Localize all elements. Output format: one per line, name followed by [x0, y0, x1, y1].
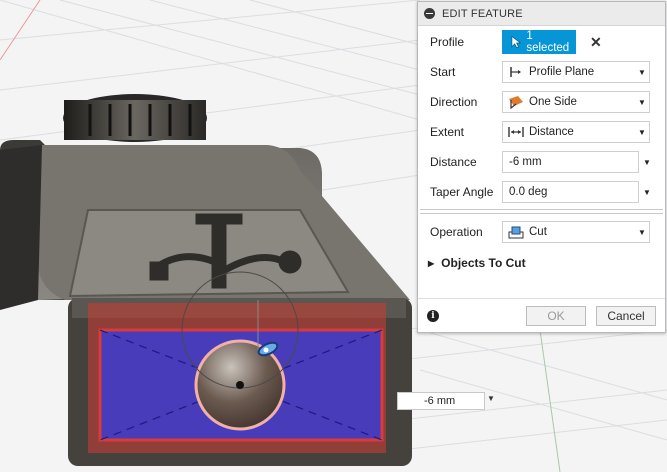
- dialog-header: EDIT FEATURE: [418, 2, 665, 26]
- distance-row: Distance -6 mm ▼: [418, 149, 665, 175]
- profile-row: Profile 1 selected ✕: [418, 29, 665, 55]
- profile-value: 1 selected: [526, 30, 570, 54]
- extent-dropdown[interactable]: Distance ▼: [502, 121, 650, 143]
- chevron-down-icon[interactable]: ▼: [640, 158, 654, 167]
- x-axis-line: [0, 0, 41, 61]
- clear-selection-icon[interactable]: ✕: [590, 34, 602, 51]
- chevron-down-icon[interactable]: ▼: [640, 188, 654, 197]
- extent-value: Distance: [529, 126, 574, 138]
- edit-feature-dialog: EDIT FEATURE Profile 1 selected ✕ Start …: [417, 1, 666, 333]
- y-axis-line: [539, 329, 561, 472]
- objects-to-cut-toggle[interactable]: ▶ Objects To Cut: [428, 256, 526, 270]
- distance-label: Distance: [430, 155, 477, 169]
- distance-input[interactable]: -6 mm ▼: [502, 151, 651, 173]
- taper-angle-input[interactable]: 0.0 deg ▼: [502, 181, 651, 203]
- operation-dropdown[interactable]: Cut ▼: [502, 221, 650, 243]
- one-side-icon: [507, 94, 525, 110]
- chevron-right-icon: ▶: [428, 258, 435, 268]
- rear-knob: [63, 94, 207, 142]
- extent-label: Extent: [430, 125, 465, 139]
- chevron-down-icon: ▼: [638, 97, 646, 107]
- profile-label: Profile: [430, 35, 465, 49]
- start-row: Start Profile Plane ▼: [418, 59, 665, 85]
- objects-to-cut-label: Objects To Cut: [441, 256, 526, 270]
- info-icon[interactable]: i: [427, 310, 439, 322]
- viewport-distance-dropdown-icon[interactable]: ▼: [487, 394, 495, 403]
- chevron-down-icon: ▼: [638, 127, 646, 137]
- taper-value: 0.0 deg: [509, 186, 548, 198]
- start-dropdown[interactable]: Profile Plane ▼: [502, 61, 650, 83]
- section-divider: [420, 209, 663, 214]
- dialog-title: EDIT FEATURE: [442, 7, 523, 20]
- direction-row: Direction One Side ▼: [418, 89, 665, 115]
- cancel-button[interactable]: Cancel: [596, 306, 656, 326]
- direction-dropdown[interactable]: One Side ▼: [502, 91, 650, 113]
- operation-value: Cut: [529, 226, 547, 238]
- profile-plane-icon: [507, 64, 525, 80]
- distance-value: -6 mm: [509, 156, 542, 168]
- operation-label: Operation: [430, 225, 483, 239]
- viewport-distance-value: -6 mm: [424, 395, 456, 407]
- dialog-footer: i OK Cancel: [418, 298, 665, 333]
- operation-row: Operation Cut ▼: [418, 219, 665, 245]
- distance-icon: [507, 124, 525, 140]
- collapse-icon[interactable]: [424, 8, 435, 19]
- start-value: Profile Plane: [529, 66, 595, 78]
- ok-button[interactable]: OK: [526, 306, 586, 326]
- chevron-down-icon: ▼: [638, 67, 646, 77]
- start-label: Start: [430, 65, 456, 79]
- taper-label: Taper Angle: [430, 185, 494, 199]
- direction-label: Direction: [430, 95, 478, 109]
- cursor-arrow-icon: [511, 35, 522, 49]
- viewport-distance-input[interactable]: -6 mm: [397, 392, 485, 410]
- direction-value: One Side: [529, 96, 577, 108]
- taper-row: Taper Angle 0.0 deg ▼: [418, 179, 665, 205]
- profile-select-button[interactable]: 1 selected: [502, 30, 576, 54]
- cut-icon: [507, 224, 525, 240]
- chevron-down-icon: ▼: [638, 227, 646, 237]
- extent-row: Extent Distance ▼: [418, 119, 665, 145]
